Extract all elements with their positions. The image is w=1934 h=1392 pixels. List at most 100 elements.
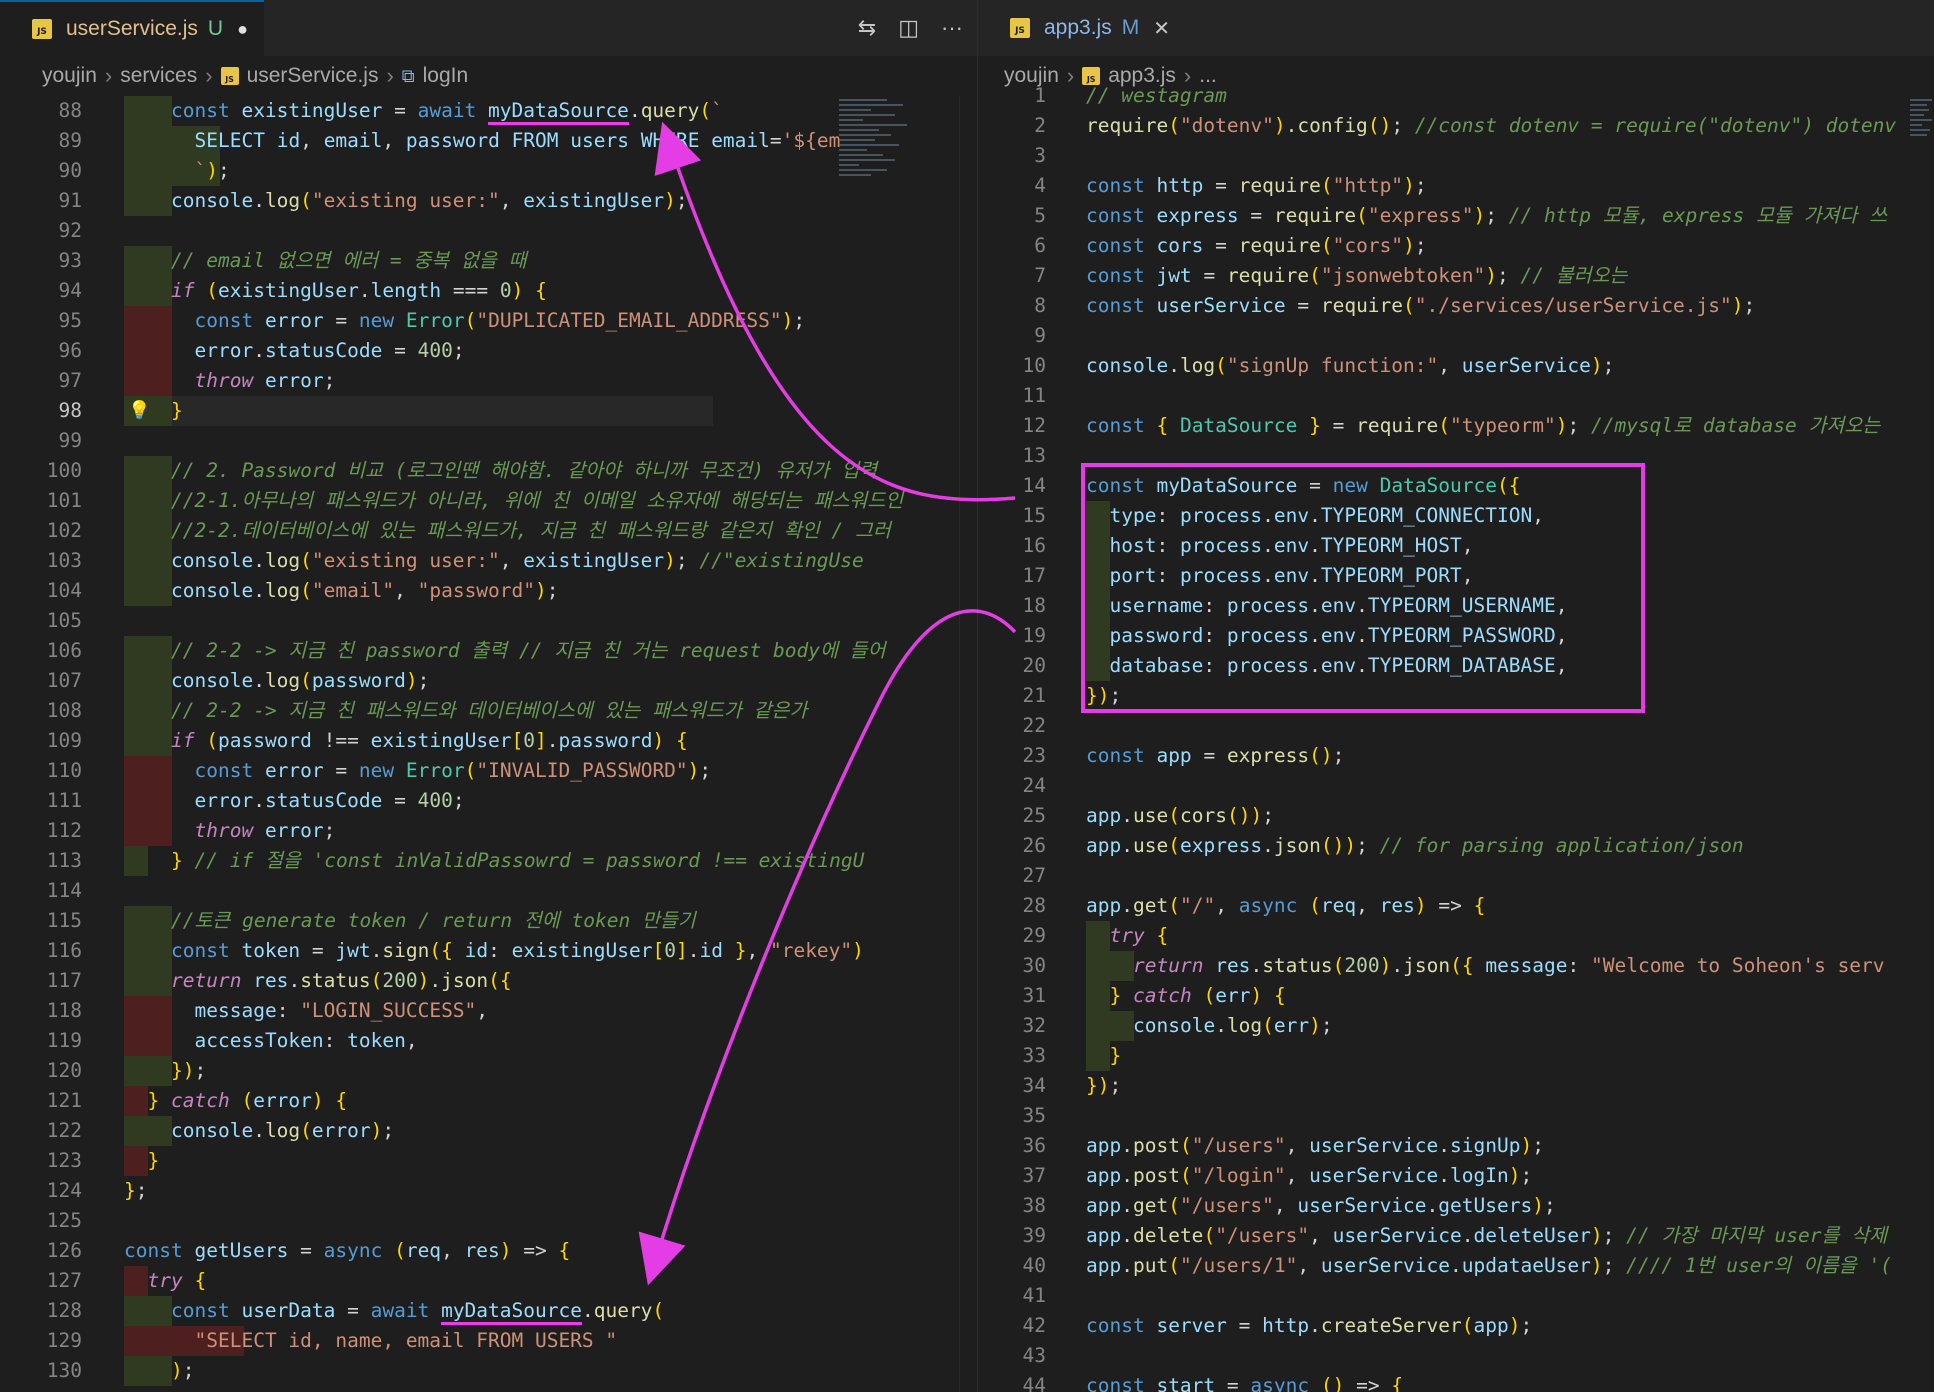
code-line[interactable]: 9 [978,321,1934,351]
split-editor-icon[interactable]: ◫ [898,15,919,41]
more-actions-icon[interactable]: ··· [941,15,963,41]
code-line[interactable]: 129 "SELECT id, name, email FROM USERS " [0,1326,977,1356]
code-line[interactable]: 89 SELECT id, email, password FROM users… [0,126,977,156]
tab-userservice[interactable]: JS userService.js U ● [0,0,264,56]
minimap[interactable] [839,96,919,416]
code-line[interactable]: 41 [978,1281,1934,1311]
code-line[interactable]: 3 [978,141,1934,171]
code-line[interactable]: 12 const { DataSource } = require("typeor… [978,411,1934,441]
code-editor-left[interactable]: 88 const existingUser = await myDataSour… [0,96,977,1392]
code-line[interactable]: 31 } catch (err) { [978,981,1934,1011]
code-line[interactable]: 39 app.delete("/users", userService.delet… [978,1221,1934,1251]
code-line[interactable]: 90 `); [0,156,977,186]
code-line[interactable]: 103 console.log("existing user:", existi… [0,546,977,576]
code-line[interactable]: 24 [978,771,1934,801]
code-line[interactable]: 123 } [0,1146,977,1176]
code-line[interactable]: 104 console.log("email", "password"); [0,576,977,606]
code-line[interactable]: 127 try { [0,1266,977,1296]
code-line[interactable]: 27 [978,861,1934,891]
code-line[interactable]: 110 const error = new Error("INVALID_PAS… [0,756,977,786]
code-line[interactable]: 1 // westagram [978,81,1934,111]
code-line[interactable]: 29 try { [978,921,1934,951]
code-line[interactable]: 100 // 2. Password 비교 (로그인땐 해야함. 같아야 하니까… [0,456,977,486]
code-line[interactable]: 11 [978,381,1934,411]
code-line[interactable]: 121 } catch (error) { [0,1086,977,1116]
tab-app3[interactable]: JS app3.js M ✕ [978,0,1186,56]
code-line[interactable]: 114 [0,876,977,906]
breadcrumb-item[interactable]: services [120,64,197,88]
code-line[interactable]: 122 console.log(error); [0,1116,977,1146]
code-line[interactable]: 22 [978,711,1934,741]
code-line[interactable]: 111 error.statusCode = 400; [0,786,977,816]
code-line[interactable]: 120 }); [0,1056,977,1086]
code-line[interactable]: 119 accessToken: token, [0,1026,977,1056]
code-line[interactable]: 96 error.statusCode = 400; [0,336,977,366]
line-number: 20 [1022,654,1046,677]
code-line[interactable]: 5 const express = require("express"); // … [978,201,1934,231]
code-line[interactable]: 128 const userData = await myDataSource.… [0,1296,977,1326]
code-line[interactable]: 6 const cors = require("cors"); [978,231,1934,261]
code-text: try { [1109,924,1169,947]
vertical-scrollbar[interactable] [959,96,977,1392]
code-line[interactable]: 125 [0,1206,977,1236]
code-line[interactable]: 2 require("dotenv").config(); //const dot… [978,111,1934,141]
code-line[interactable]: 116 const token = jwt.sign({ id: existin… [0,936,977,966]
code-line[interactable]: 25 app.use(cors()); [978,801,1934,831]
code-text: console.log(password); [171,669,430,692]
line-number: 21 [1022,684,1046,707]
code-line[interactable]: 99 [0,426,977,456]
code-line[interactable]: 43 [978,1341,1934,1371]
code-line[interactable]: 36 app.post("/users", userService.signUp)… [978,1131,1934,1161]
line-number: 13 [1022,444,1046,467]
code-line[interactable]: 44 const start = async () => { [978,1371,1934,1392]
code-line[interactable]: 108 // 2-2 -> 지금 친 패스워드와 데이터베이스에 있는 패스워드… [0,696,977,726]
code-line[interactable]: 130 ); [0,1356,977,1386]
code-line[interactable]: 38 app.get("/users", userService.getUsers… [978,1191,1934,1221]
code-line[interactable]: 91 console.log("existing user:", existin… [0,186,977,216]
code-line[interactable]: 95 const error = new Error("DUPLICATED_E… [0,306,977,336]
code-line[interactable]: 97 throw error; [0,366,977,396]
code-line[interactable]: 117 return res.status(200).json({ [0,966,977,996]
lightbulb-icon[interactable]: 💡 [128,396,150,426]
code-line[interactable]: 26 app.use(express.json()); // for parsin… [978,831,1934,861]
code-line[interactable]: 4 const http = require("http"); [978,171,1934,201]
code-line[interactable]: 34}); [978,1071,1934,1101]
breadcrumb-item[interactable]: userService.js [247,64,379,88]
compare-changes-icon[interactable]: ⇆ [858,15,876,41]
code-line[interactable]: 124}; [0,1176,977,1206]
code-line[interactable]: 92 [0,216,977,246]
code-line[interactable]: 101 //2-1.아무나의 패스워드가 아니라, 위에 친 이메일 소유자에 … [0,486,977,516]
code-line[interactable]: 105 [0,606,977,636]
code-line[interactable]: 126 const getUsers = async (req, res) => … [0,1236,977,1266]
code-line[interactable]: 106 // 2-2 -> 지금 친 password 출력 // 지금 친 거… [0,636,977,666]
minimap[interactable] [1910,96,1934,416]
code-line[interactable]: 115 //토큰 generate token / return 전에 toke… [0,906,977,936]
code-line[interactable]: 118 message: "LOGIN_SUCCESS", [0,996,977,1026]
code-line[interactable]: 40 app.put("/users/1", userService.updata… [978,1251,1934,1281]
code-editor-right[interactable]: 1 // westagram 2 require("dotenv").config()… [978,81,1934,1392]
unsaved-dot-icon[interactable]: ● [237,19,248,40]
code-line[interactable]: 112 throw error; [0,816,977,846]
code-line[interactable]: 42 const server = http.createServer(app); [978,1311,1934,1341]
code-line[interactable]: 93 // email 없으면 에러 = 중복 없을 때 [0,246,977,276]
code-line[interactable]: 107 console.log(password); [0,666,977,696]
code-line[interactable]: 102 //2-2.데이터베이스에 있는 패스워드가, 지금 친 패스워드랑 같… [0,516,977,546]
code-line[interactable]: 37 app.post("/login", userService.logIn); [978,1161,1934,1191]
code-line[interactable]: 32 console.log(err); [978,1011,1934,1041]
code-line[interactable]: 7 const jwt = require("jsonwebtoken"); //… [978,261,1934,291]
code-line[interactable]: 23 const app = express(); [978,741,1934,771]
code-line[interactable]: 109 if (password !== existingUser[0].pas… [0,726,977,756]
code-line[interactable]: 10 console.log("signUp function:", userSe… [978,351,1934,381]
code-line[interactable]: 98 } 💡 [0,396,977,426]
code-line[interactable]: 94 if (existingUser.length === 0) { [0,276,977,306]
code-line[interactable]: 35 [978,1101,1934,1131]
code-line[interactable]: 30 return res.status(200).json({ message… [978,951,1934,981]
breadcrumb-item[interactable]: logIn [423,64,469,88]
code-line[interactable]: 88 const existingUser = await myDataSour… [0,96,977,126]
breadcrumb-item[interactable]: youjin [42,64,97,88]
code-line[interactable]: 28 app.get("/", async (req, res) => { [978,891,1934,921]
close-icon[interactable]: ✕ [1153,16,1170,41]
code-line[interactable]: 33 } [978,1041,1934,1071]
code-line[interactable]: 113 } // if 절을 'const inValidPassowrd = … [0,846,977,876]
code-line[interactable]: 8 const userService = require("./services… [978,291,1934,321]
